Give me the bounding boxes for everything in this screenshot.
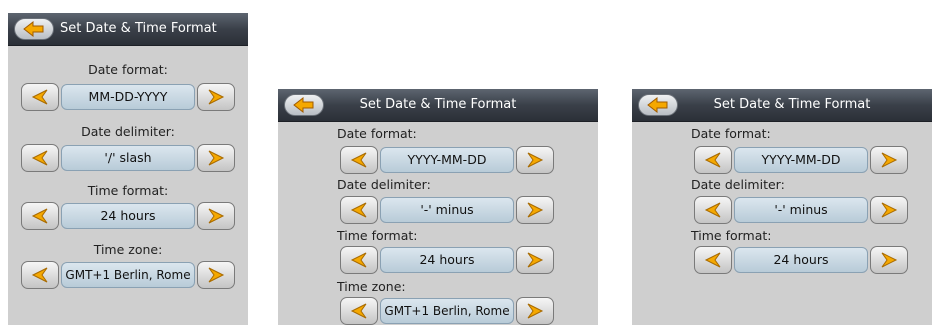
- time-zone-next-button[interactable]: [197, 261, 235, 289]
- right-arrow-icon: [527, 202, 544, 218]
- right-arrow-icon: [881, 202, 898, 218]
- time-format-prev-button[interactable]: [340, 246, 378, 274]
- page-title: Set Date & Time Format: [359, 97, 517, 112]
- back-button[interactable]: [14, 18, 54, 40]
- left-arrow-icon: [704, 252, 721, 268]
- time-format-next-button[interactable]: [516, 246, 554, 274]
- date-delimiter-value: '/' slash: [61, 145, 195, 171]
- right-arrow-icon: [527, 252, 544, 268]
- right-arrow-icon: [881, 152, 898, 168]
- left-arrow-icon: [31, 89, 48, 105]
- right-arrow-icon: [881, 252, 898, 268]
- left-arrow-icon: [31, 208, 48, 224]
- date-format-prev-button[interactable]: [694, 146, 732, 174]
- date-format-label: Date format:: [88, 62, 168, 77]
- date-format-value: YYYY-MM-DD: [380, 147, 514, 173]
- right-arrow-icon: [208, 267, 225, 283]
- date-delimiter-next-button[interactable]: [870, 196, 908, 224]
- time-format-label: Time format:: [337, 228, 418, 243]
- date-format-prev-button[interactable]: [21, 83, 59, 111]
- date-delimiter-value: '-' minus: [380, 197, 514, 223]
- date-delimiter-prev-button[interactable]: [694, 196, 732, 224]
- screen-3: Set Date & Time Format Date format: YYYY…: [632, 89, 932, 325]
- date-format-value: MM-DD-YYYY: [61, 84, 195, 110]
- title-bar: Set Date & Time Format: [632, 89, 932, 122]
- time-format-next-button[interactable]: [870, 246, 908, 274]
- date-delimiter-value: '-' minus: [734, 197, 868, 223]
- time-zone-label: Time zone:: [337, 279, 406, 294]
- screen-1: Set Date & Time Format Date format: MM-D…: [8, 13, 248, 325]
- time-zone-prev-button[interactable]: [340, 297, 378, 325]
- date-format-value: YYYY-MM-DD: [734, 147, 868, 173]
- left-arrow-icon: [350, 202, 367, 218]
- right-arrow-icon: [527, 152, 544, 168]
- left-arrow-icon: [350, 303, 367, 319]
- screen-2: Set Date & Time Format Date format: YYYY…: [278, 89, 598, 325]
- title-bar: Set Date & Time Format: [8, 13, 248, 46]
- date-format-label: Date format:: [691, 126, 771, 141]
- time-format-prev-button[interactable]: [694, 246, 732, 274]
- right-arrow-icon: [208, 208, 225, 224]
- right-arrow-icon: [208, 150, 225, 166]
- left-arrow-icon: [704, 152, 721, 168]
- date-delimiter-label: Date delimiter:: [337, 177, 431, 192]
- date-format-next-button[interactable]: [197, 83, 235, 111]
- date-format-prev-button[interactable]: [340, 146, 378, 174]
- time-format-value: 24 hours: [61, 203, 195, 229]
- left-arrow-icon: [31, 267, 48, 283]
- time-zone-label: Time zone:: [93, 242, 163, 257]
- date-delimiter-next-button[interactable]: [197, 144, 235, 172]
- date-format-label: Date format:: [337, 126, 417, 141]
- time-zone-value: GMT+1 Berlin, Rome: [380, 298, 514, 324]
- page-title: Set Date & Time Format: [713, 97, 871, 112]
- date-format-next-button[interactable]: [870, 146, 908, 174]
- right-arrow-icon: [208, 89, 225, 105]
- time-zone-prev-button[interactable]: [21, 261, 59, 289]
- left-arrow-icon: [704, 202, 721, 218]
- page-title: Set Date & Time Format: [60, 21, 217, 36]
- time-zone-value: GMT+1 Berlin, Rome: [61, 262, 195, 288]
- back-arrow-icon: [23, 21, 44, 37]
- time-format-next-button[interactable]: [197, 202, 235, 230]
- date-delimiter-next-button[interactable]: [516, 196, 554, 224]
- title-bar: Set Date & Time Format: [278, 89, 598, 122]
- left-arrow-icon: [350, 152, 367, 168]
- time-format-label: Time format:: [87, 183, 169, 198]
- date-format-next-button[interactable]: [516, 146, 554, 174]
- left-arrow-icon: [350, 252, 367, 268]
- time-format-label: Time format:: [691, 228, 772, 243]
- date-delimiter-prev-button[interactable]: [340, 196, 378, 224]
- date-delimiter-label: Date delimiter:: [691, 177, 785, 192]
- left-arrow-icon: [31, 150, 48, 166]
- time-format-value: 24 hours: [380, 247, 514, 273]
- right-arrow-icon: [527, 303, 544, 319]
- date-delimiter-label: Date delimiter:: [81, 124, 175, 139]
- time-format-prev-button[interactable]: [21, 202, 59, 230]
- time-zone-next-button[interactable]: [516, 297, 554, 325]
- date-delimiter-prev-button[interactable]: [21, 144, 59, 172]
- time-format-value: 24 hours: [734, 247, 868, 273]
